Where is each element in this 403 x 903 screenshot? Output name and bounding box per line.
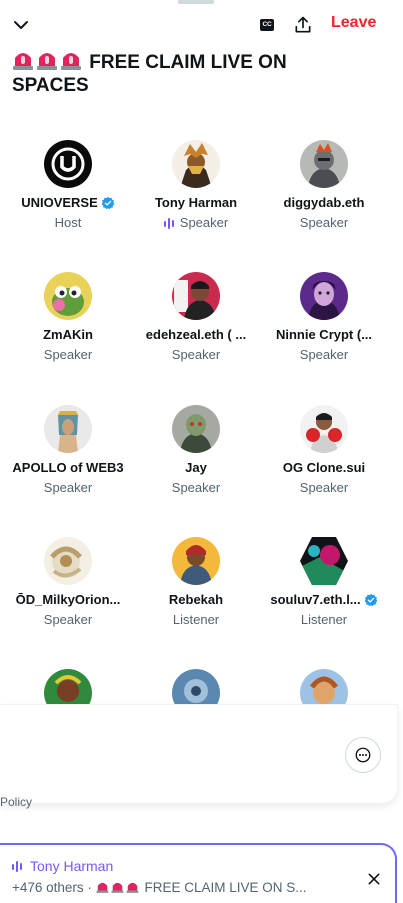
avatar — [172, 537, 220, 585]
avatar — [44, 140, 92, 188]
participant-name: Rebekah — [168, 592, 224, 607]
participant-name: ZmAKin — [43, 327, 93, 342]
police-light-icon — [13, 53, 33, 70]
participant-role: Speaker — [171, 480, 221, 495]
participant-name: ŌD_MilkyOrion... — [15, 592, 121, 607]
avatar — [172, 140, 220, 188]
more-icon — [355, 747, 371, 763]
verified-badge-icon — [364, 593, 377, 606]
police-light-icon — [37, 53, 57, 70]
participant-name: Tony Harman — [154, 195, 238, 210]
participant-role: Speaker — [43, 612, 93, 627]
participant-name: APOLLO of WEB3 — [12, 460, 124, 475]
avatar — [44, 537, 92, 585]
dock-subtitle: +476 others · FREE CLAIM LIVE ON S... — [12, 880, 307, 895]
participant-role: Speaker — [43, 347, 93, 362]
participant[interactable]: Ninnie Crypt (... Speaker — [257, 270, 391, 380]
participant[interactable]: OG Clone.sui Speaker — [257, 403, 391, 513]
participant-name: OG Clone.sui — [282, 460, 366, 475]
participant-role: Speaker — [129, 215, 263, 230]
more-button[interactable] — [345, 737, 381, 773]
avatar — [300, 537, 348, 585]
police-light-icon — [61, 53, 81, 70]
participant[interactable]: edehzeal.eth ( ... Speaker — [129, 270, 263, 380]
participant-name: Ninnie Crypt (... — [275, 327, 373, 342]
share-button[interactable] — [291, 12, 315, 38]
avatar — [300, 140, 348, 188]
closed-captions-icon: CC — [260, 19, 274, 31]
participant-name: edehzeal.eth ( ... — [145, 327, 247, 342]
avatar — [300, 272, 348, 320]
participant-name: souluv7.eth.l... — [257, 592, 391, 607]
participant-name: UNIOVERSE — [1, 195, 135, 210]
police-light-icon — [126, 882, 139, 893]
chevron-down-icon — [14, 21, 28, 29]
participant-role: Speaker — [299, 480, 349, 495]
participant[interactable]: souluv7.eth.l... Listener — [257, 535, 391, 645]
dock-host: Tony Harman — [12, 858, 113, 874]
police-light-icon — [96, 882, 109, 893]
participant[interactable]: APOLLO of WEB3 Speaker — [1, 403, 135, 513]
space-title: FREE CLAIM LIVE ON SPACES — [12, 50, 342, 97]
space-screen: CC Leave FREE CLAIM LIVE ON SPACES UNIOV… — [0, 0, 403, 903]
police-light-icon — [111, 882, 124, 893]
close-button[interactable] — [362, 867, 386, 891]
participant-role: Speaker — [299, 215, 349, 230]
captions-button[interactable]: CC — [256, 14, 278, 36]
participant[interactable]: Rebekah Listener — [129, 535, 263, 645]
participant[interactable]: Tony Harman Speaker — [129, 138, 263, 248]
participant-role: Listener — [300, 612, 348, 627]
space-dock[interactable]: Tony Harman +476 others · FREE CLAIM LIV… — [0, 843, 397, 903]
leave-button[interactable]: Leave — [331, 14, 376, 32]
reaction-bar — [0, 704, 398, 803]
dock-host-name: Tony Harman — [30, 858, 114, 874]
participant[interactable]: UNIOVERSE Host — [1, 138, 135, 248]
avatar — [44, 272, 92, 320]
space-header: CC Leave — [0, 0, 400, 50]
participant[interactable]: ZmAKin Speaker — [1, 270, 135, 380]
participant[interactable]: diggydab.eth Speaker — [257, 138, 391, 248]
participant-name: Jay — [185, 460, 207, 475]
participant[interactable]: ŌD_MilkyOrion... Speaker — [1, 535, 135, 645]
participant-role: Listener — [172, 612, 220, 627]
avatar — [300, 405, 348, 453]
participant[interactable]: Jay Speaker — [129, 403, 263, 513]
participant-name: diggydab.eth — [283, 195, 365, 210]
speaking-bars-icon — [12, 861, 22, 872]
participant-role: Speaker — [299, 347, 349, 362]
verified-badge-icon — [101, 196, 115, 209]
share-icon — [295, 16, 311, 33]
avatar — [172, 405, 220, 453]
avatar — [44, 405, 92, 453]
policy-link[interactable]: Policy — [0, 795, 32, 809]
participant-role: Speaker — [171, 347, 221, 362]
avatar — [172, 272, 220, 320]
speaking-bars-icon — [163, 217, 174, 229]
participant-role: Host — [54, 215, 82, 230]
close-icon — [368, 873, 380, 885]
participant-role: Speaker — [43, 480, 93, 495]
collapse-button[interactable] — [8, 12, 34, 38]
